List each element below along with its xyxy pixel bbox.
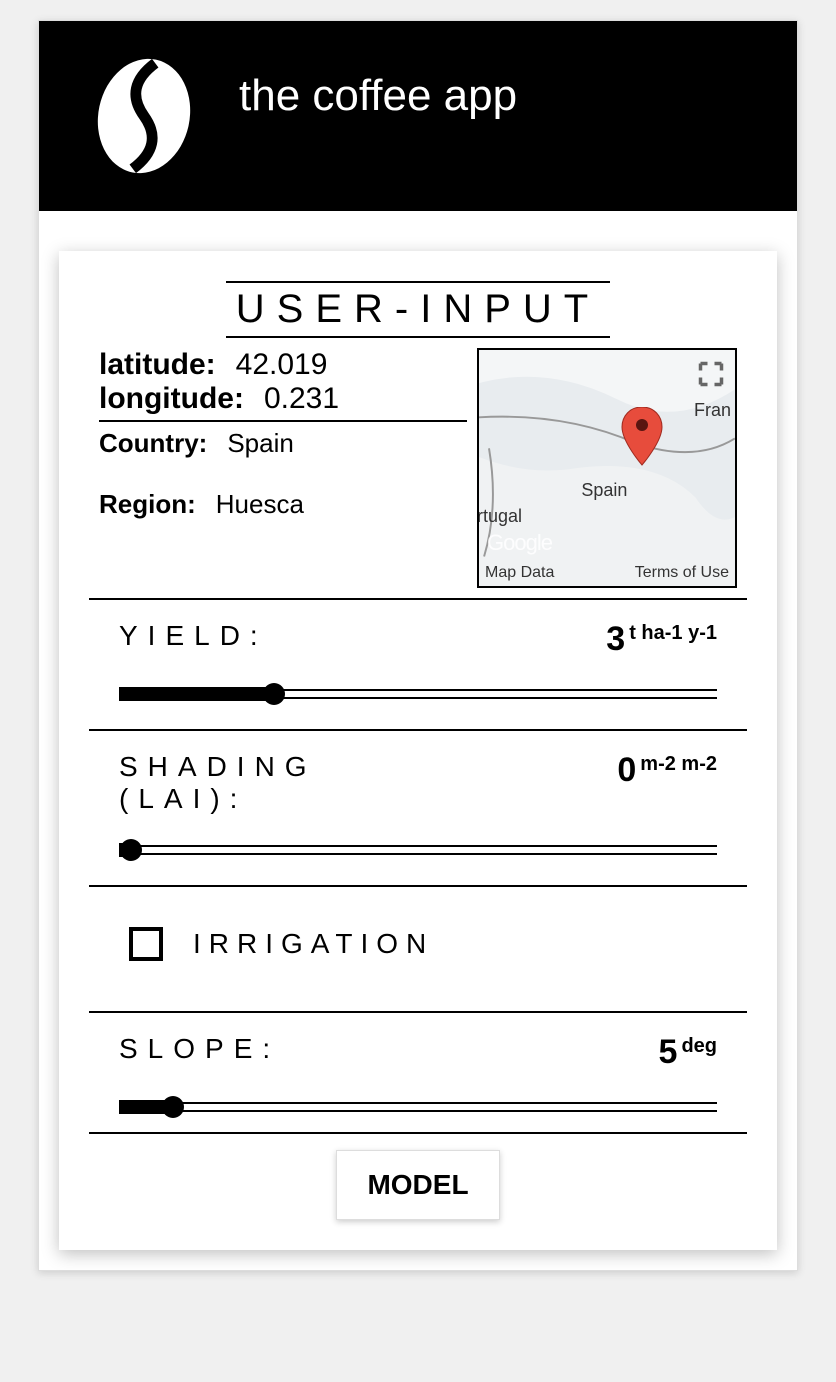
slope-unit: deg bbox=[681, 1035, 717, 1058]
map-terms-link[interactable]: Terms of Use bbox=[635, 564, 729, 582]
location-row: latitude: 42.019 longitude: 0.231 Countr… bbox=[89, 348, 747, 588]
irrigation-checkbox[interactable] bbox=[129, 927, 163, 961]
yield-value: 3 bbox=[606, 620, 625, 659]
map-pin-icon[interactable] bbox=[620, 407, 664, 472]
yield-section: YIELD: 3 t ha-1 y-1 bbox=[89, 598, 747, 719]
yield-unit: t ha-1 y-1 bbox=[629, 622, 717, 645]
region-value: Huesca bbox=[216, 489, 304, 520]
coffee-bean-icon bbox=[79, 51, 209, 181]
latitude-value: 42.019 bbox=[236, 348, 328, 382]
model-button-row: MODEL bbox=[89, 1132, 747, 1220]
shading-section: SHADING (LAI): 0 m-2 m-2 bbox=[89, 729, 747, 875]
irrigation-label: IRRIGATION bbox=[193, 928, 434, 960]
map-widget[interactable]: Spain rtugal Fran Google Map Data Terms … bbox=[477, 348, 737, 588]
yield-slider[interactable] bbox=[119, 689, 717, 699]
card-title: USER-INPUT bbox=[226, 281, 610, 338]
map-label-portugal: rtugal bbox=[477, 506, 522, 527]
region-label: Region: bbox=[99, 489, 196, 520]
longitude-value: 0.231 bbox=[264, 382, 339, 416]
shading-slider[interactable] bbox=[119, 845, 717, 855]
user-input-card: USER-INPUT latitude: 42.019 longitude: 0… bbox=[59, 251, 777, 1250]
yield-slider-fill bbox=[119, 687, 274, 701]
shading-unit: m-2 m-2 bbox=[640, 753, 717, 776]
longitude-label: longitude: bbox=[99, 382, 244, 416]
shading-value: 0 bbox=[617, 751, 636, 790]
slope-section: SLOPE: 5 deg bbox=[89, 1011, 747, 1132]
slope-slider-thumb[interactable] bbox=[162, 1096, 184, 1118]
shading-slider-thumb[interactable] bbox=[120, 839, 142, 861]
shading-label: SHADING (LAI): bbox=[119, 751, 419, 815]
irrigation-section: IRRIGATION bbox=[89, 885, 747, 1001]
app-title: the coffee app bbox=[239, 71, 517, 121]
map-label-france: Fran bbox=[694, 400, 731, 421]
slope-value: 5 bbox=[659, 1033, 678, 1072]
model-button[interactable]: MODEL bbox=[336, 1150, 499, 1220]
country-label: Country: bbox=[99, 428, 207, 459]
app-header: the coffee app bbox=[39, 21, 797, 211]
yield-label: YIELD: bbox=[119, 620, 268, 652]
app-container: the coffee app USER-INPUT latitude: 42.0… bbox=[38, 20, 798, 1271]
map-google-logo: Google bbox=[487, 530, 552, 556]
latitude-label: latitude: bbox=[99, 348, 216, 382]
slope-slider[interactable] bbox=[119, 1102, 717, 1112]
map-data-link[interactable]: Map Data bbox=[485, 564, 554, 582]
coords-block: latitude: 42.019 longitude: 0.231 Countr… bbox=[99, 348, 467, 588]
yield-slider-thumb[interactable] bbox=[263, 683, 285, 705]
country-value: Spain bbox=[227, 428, 294, 459]
fullscreen-icon[interactable] bbox=[697, 360, 725, 388]
map-label-spain: Spain bbox=[581, 480, 627, 501]
slope-label: SLOPE: bbox=[119, 1033, 280, 1065]
